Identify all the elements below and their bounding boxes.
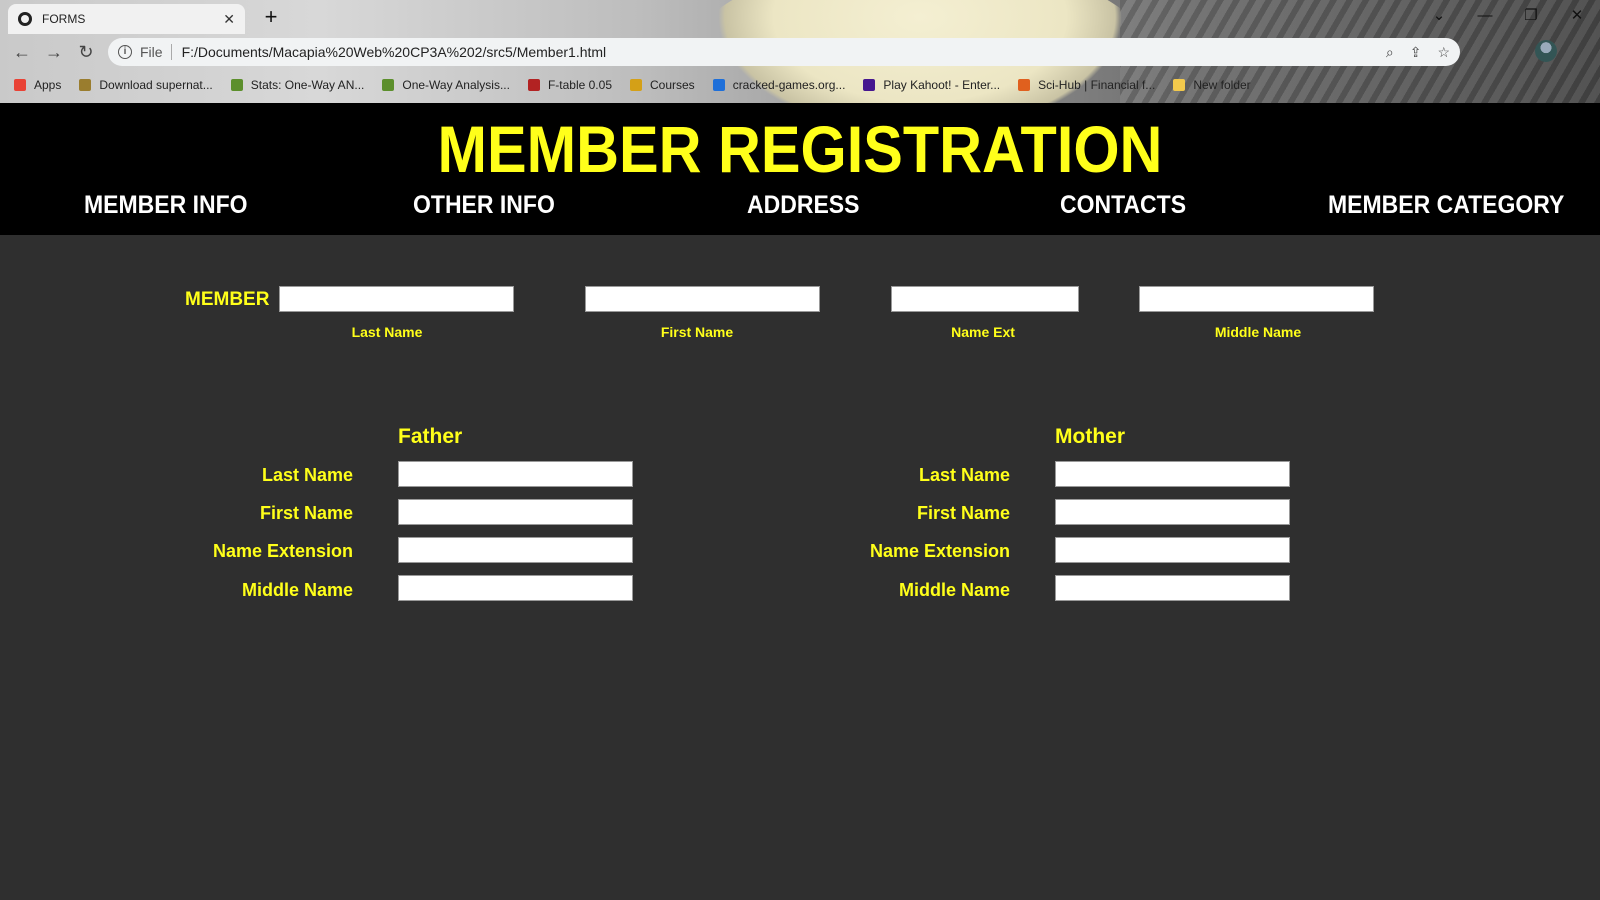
browser-chrome: FORMS ✕ + ⌄ — ❐ ✕ ← → ↻ i File F:/Docume… <box>0 0 1600 103</box>
mother-last-name-input[interactable] <box>1055 461 1290 487</box>
scheme-label: File <box>140 44 163 60</box>
page-title: MEMBER REGISTRATION <box>437 112 1163 186</box>
member-first-name-input[interactable] <box>585 286 820 312</box>
mother-first-name-label: First Name <box>916 503 1010 523</box>
father-last-name-label: Last Name <box>261 465 353 485</box>
bookmark-item[interactable]: F-table 0.05 <box>527 78 612 92</box>
member-label: MEMBER <box>185 289 270 310</box>
minimize-button[interactable]: — <box>1462 4 1508 28</box>
mother-middle-name-label: Middle Name <box>898 580 1010 600</box>
member-first-name-caption: First Name <box>660 324 734 340</box>
member-name-ext-input[interactable] <box>891 286 1079 312</box>
bookmark-label: New folder <box>1193 78 1251 92</box>
bookmark-label: Apps <box>34 78 62 92</box>
nav-contacts[interactable]: CONTACTS <box>1060 191 1186 220</box>
globe-icon <box>18 12 32 26</box>
close-tab-icon[interactable]: ✕ <box>223 11 235 28</box>
member-last-name-caption: Last Name <box>351 324 423 340</box>
member-last-name-input[interactable] <box>279 286 514 312</box>
mother-last-name-label: Last Name <box>918 465 1010 485</box>
page-header: MEMBER REGISTRATION MEMBER INFO OTHER IN… <box>0 103 1600 235</box>
mother-first-name-input[interactable] <box>1055 499 1290 525</box>
tab-search-chevron-icon[interactable]: ⌄ <box>1416 4 1462 28</box>
bookmark-label: cracked-games.org... <box>732 78 846 92</box>
mother-name-ext-input[interactable] <box>1055 537 1290 563</box>
bookmark-label: F-table 0.05 <box>547 78 612 92</box>
father-middle-name-input[interactable] <box>398 575 633 601</box>
bookmark-label: Play Kahoot! - Enter... <box>883 78 1001 92</box>
bookmarks-bar: Apps Download supernat... Stats: One-Way A… <box>0 72 1600 98</box>
address-divider <box>170 44 172 60</box>
father-last-name-input[interactable] <box>398 461 633 487</box>
bookmark-item[interactable]: One-Way Analysis... <box>382 78 510 92</box>
bookmark-label: Download supernat... <box>99 78 213 92</box>
father-first-name-label: First Name <box>259 503 353 523</box>
url-text[interactable]: F:/Documents/Macapia%20Web%20CP3A%202/sr… <box>182 44 1370 60</box>
bookmark-item[interactable]: Download supernat... <box>79 78 213 92</box>
nav-member-info[interactable]: MEMBER INFO <box>84 191 248 220</box>
father-middle-name-label: Middle Name <box>241 580 353 600</box>
bookmark-label: Stats: One-Way AN... <box>250 78 365 92</box>
new-tab-button[interactable]: + <box>259 5 283 29</box>
nav-other-info[interactable]: OTHER INFO <box>413 191 555 220</box>
mother-middle-name-input[interactable] <box>1055 575 1290 601</box>
bookmark-label: Courses <box>650 78 695 92</box>
nav-member-category[interactable]: MEMBER CATEGORY <box>1328 191 1564 220</box>
folder-icon <box>1173 79 1186 91</box>
bookmark-label: One-Way Analysis... <box>402 78 510 92</box>
bookmark-label: Sci-Hub | Financial f... <box>1038 78 1156 92</box>
kahoot-icon <box>863 79 876 91</box>
course-icon <box>630 79 642 91</box>
browser-tab[interactable]: FORMS ✕ <box>8 4 245 34</box>
father-name-ext-label: Name Extension <box>212 541 353 561</box>
window-controls: ⌄ — ❐ ✕ <box>1416 4 1600 28</box>
browser-toolbar: ← → ↻ i File F:/Documents/Macapia%20Web%… <box>0 34 1600 70</box>
forward-button[interactable]: → <box>42 40 66 64</box>
profile-avatar[interactable] <box>1535 40 1557 62</box>
zoom-icon[interactable]: ⌕ <box>1386 44 1394 61</box>
apps-grid-icon <box>14 79 26 91</box>
back-button[interactable]: ← <box>10 40 34 64</box>
father-heading: Father <box>398 425 463 448</box>
father-name-ext-input[interactable] <box>398 537 633 563</box>
bookmark-item[interactable]: Apps <box>14 78 61 92</box>
leaf-icon <box>230 79 243 91</box>
bookmark-item[interactable]: New folder <box>1173 78 1251 92</box>
bookmark-item[interactable]: Courses <box>630 78 695 92</box>
address-bar[interactable]: i File F:/Documents/Macapia%20Web%20CP3A… <box>108 38 1460 66</box>
eye-icon <box>1018 79 1031 91</box>
close-window-button[interactable]: ✕ <box>1554 4 1600 28</box>
bookmark-item[interactable]: Play Kahoot! - Enter... <box>863 78 1000 92</box>
reload-button[interactable]: ↻ <box>74 40 98 64</box>
site-favicon-icon <box>79 79 92 91</box>
member-name-ext-caption: Name Ext <box>951 324 1015 340</box>
crest-icon <box>527 79 540 91</box>
bookmark-star-icon[interactable]: ☆ <box>1437 44 1450 61</box>
download-icon <box>712 79 725 91</box>
father-first-name-input[interactable] <box>398 499 633 525</box>
tab-title: FORMS <box>42 12 86 26</box>
mother-name-ext-label: Name Extension <box>869 541 1010 561</box>
bookmark-item[interactable]: Stats: One-Way AN... <box>230 78 365 92</box>
site-info-icon[interactable]: i <box>118 45 132 59</box>
member-middle-name-input[interactable] <box>1139 286 1374 312</box>
leaf-icon <box>382 79 395 91</box>
restore-button[interactable]: ❐ <box>1508 4 1554 28</box>
bookmark-item[interactable]: cracked-games.org... <box>712 78 846 92</box>
mother-heading: Mother <box>1055 425 1125 448</box>
nav-address[interactable]: ADDRESS <box>747 191 859 220</box>
member-middle-name-caption: Middle Name <box>1214 324 1302 340</box>
bookmark-item[interactable]: Sci-Hub | Financial f... <box>1018 78 1155 92</box>
share-icon[interactable]: ⇪ <box>1410 44 1422 61</box>
